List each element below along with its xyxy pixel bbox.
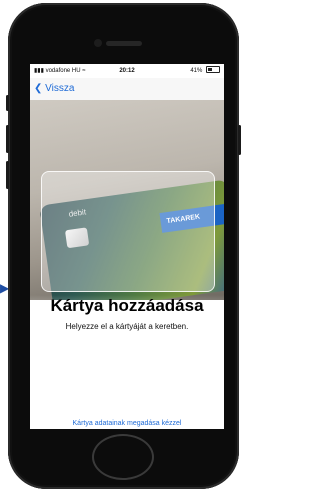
back-button[interactable]: ❮ Vissza bbox=[34, 82, 74, 96]
front-camera-icon bbox=[94, 39, 102, 47]
power-button bbox=[238, 125, 241, 155]
card-scan-frame bbox=[41, 171, 215, 292]
instruction-text: Helyezze el a kártyáját a keretben. bbox=[65, 322, 189, 331]
phone-screen: ▮▮▮ vodafone HU ≈ 20:12 41% ❮ Vissza deb… bbox=[30, 64, 224, 429]
manual-entry-link[interactable]: Kártya adatainak megadása kézzel bbox=[30, 420, 224, 427]
camera-viewfinder[interactable]: debit TAKAREK bbox=[30, 100, 224, 300]
phone-frame: ▮▮▮ vodafone HU ≈ 20:12 41% ❮ Vissza deb… bbox=[6, 3, 241, 489]
page-title: Kártya hozzáadása bbox=[50, 296, 204, 315]
battery-percent: 41% bbox=[190, 68, 203, 74]
navigation-bar: ❮ Vissza bbox=[30, 78, 224, 100]
volume-up-button bbox=[6, 125, 9, 153]
earpiece-speaker bbox=[106, 41, 142, 46]
home-button[interactable] bbox=[92, 434, 154, 480]
battery-icon bbox=[206, 66, 220, 73]
status-bar: ▮▮▮ vodafone HU ≈ 20:12 41% bbox=[30, 64, 224, 78]
back-label: Vissza bbox=[45, 83, 75, 94]
chevron-left-icon: ❮ bbox=[34, 83, 43, 94]
mute-switch bbox=[6, 95, 9, 111]
battery-status: 41% bbox=[190, 64, 220, 78]
volume-down-button bbox=[6, 161, 9, 189]
